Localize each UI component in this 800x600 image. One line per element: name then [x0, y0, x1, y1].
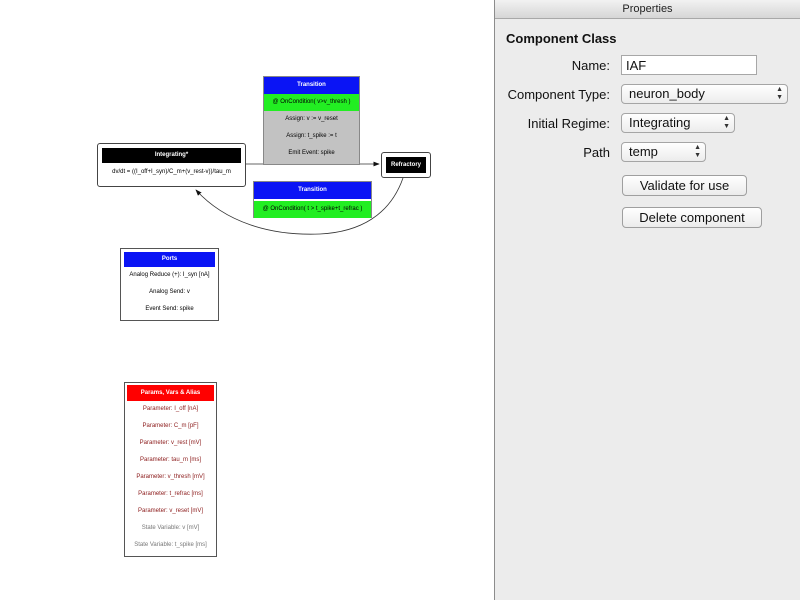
regime-integrating-node[interactable]: Integrating* dv/dt = ((I_off+I_syn)/C_m+…	[97, 143, 246, 187]
section-title: Component Class	[506, 31, 617, 46]
up-down-arrows-icon: ▲ ▼	[723, 115, 730, 130]
up-down-arrows-icon: ▲ ▼	[694, 144, 701, 159]
port-item: Analog Send: v	[149, 289, 190, 295]
params-title: Params, Vars & Alias	[127, 385, 214, 401]
regime-refractory-node[interactable]: Refractory	[381, 152, 431, 178]
transition-edges	[195, 161, 404, 235]
path-select[interactable]: temp ▲ ▼	[621, 142, 706, 162]
transition-node-threshold[interactable]: Transition @ OnCondition( v>v_thresh ) A…	[263, 76, 360, 165]
parameter-item: Parameter: v_thresh [mV]	[136, 474, 205, 480]
ports-node[interactable]: Ports Analog Reduce (+): I_syn [nA] Anal…	[120, 248, 219, 321]
state-variable-item: State Variable: v [mV]	[141, 525, 200, 531]
parameter-item: Parameter: I_off [nA]	[142, 406, 199, 412]
port-item: Event Send: spike	[145, 306, 194, 312]
transition-condition: @ OnCondition( v>v_thresh )	[264, 94, 359, 111]
panel-title: Properties	[495, 0, 800, 19]
regime-title: Integrating*	[102, 148, 241, 163]
diagram-canvas[interactable]: Integrating* dv/dt = ((I_off+I_syn)/C_m+…	[0, 0, 495, 600]
transition-title: Transition	[254, 182, 371, 199]
validate-button[interactable]: Validate for use	[622, 175, 747, 196]
transition-action: Assign: t_spike := t	[286, 133, 337, 139]
initial-regime-select[interactable]: Integrating ▲ ▼	[621, 113, 735, 133]
params-vars-alias-node[interactable]: Params, Vars & Alias Parameter: I_off [n…	[124, 382, 217, 557]
transition-condition: @ OnCondition( t > t_spike+t_refrac )	[254, 201, 371, 218]
parameter-item: Parameter: C_m [pF]	[142, 423, 199, 429]
properties-panel: Properties Component Class Name: Compone…	[495, 0, 800, 600]
path-value: temp	[629, 144, 658, 159]
parameter-item: Parameter: t_refrac [ms]	[138, 491, 203, 497]
regime-title: Refractory	[386, 157, 426, 173]
initial-regime-value: Integrating	[629, 115, 691, 130]
transition-node-refractory-end[interactable]: Transition @ OnCondition( t > t_spike+t_…	[253, 181, 372, 218]
component-type-value: neuron_body	[629, 86, 705, 101]
path-label: Path	[583, 145, 610, 160]
transition-action: Emit Event: spike	[288, 150, 335, 156]
up-down-arrows-icon: ▲ ▼	[776, 86, 783, 101]
parameter-item: Parameter: v_reset [mV]	[137, 508, 204, 514]
delete-component-button[interactable]: Delete component	[622, 207, 762, 228]
ports-title: Ports	[124, 252, 215, 267]
component-type-select[interactable]: neuron_body ▲ ▼	[621, 84, 788, 104]
component-type-label: Component Type:	[507, 87, 610, 102]
name-label: Name:	[571, 58, 610, 73]
name-input[interactable]	[621, 55, 757, 75]
port-item: Analog Reduce (+): I_syn [nA]	[129, 272, 210, 278]
parameter-item: Parameter: v_rest [mV]	[139, 440, 202, 446]
time-derivative: dv/dt = ((I_off+I_syn)/C_m+(v_rest-v))/t…	[112, 169, 231, 175]
parameter-item: Parameter: tau_m [ms]	[139, 457, 202, 463]
initial-regime-label: Initial Regime:	[527, 116, 610, 131]
transition-title: Transition	[264, 77, 359, 94]
state-variable-item: State Variable: t_spike [ms]	[134, 542, 207, 548]
transition-action: Assign: v := v_reset	[285, 116, 338, 122]
